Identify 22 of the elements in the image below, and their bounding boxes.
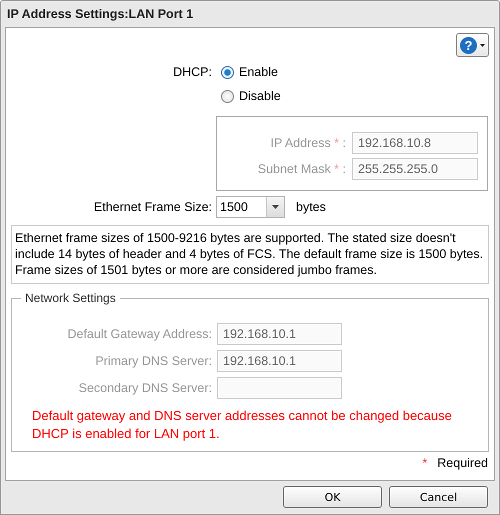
caret-icon (272, 205, 279, 209)
info-text: Ethernet frame sizes of 1500-9216 bytes are supported. The stated size doesn't include 14 bytes of header and 4 bytes of FCS. The default frame size is 1500 bytes. Frame sizes of 1501 bytes or more are considered jumbo frames. (11, 225, 489, 284)
dhcp-label: DHCP: (172, 65, 212, 79)
field-label: Secondary DNS Server: (78, 381, 212, 395)
radio-option[interactable]: Disable (216, 86, 281, 106)
warning-message: Default gateway and DNS server addresses cannot be changed because DHCP is enabled for LAN port 1. (32, 407, 453, 443)
required-asterisk: * (422, 456, 428, 470)
window-title: IP Address Settings:LAN Port 1 (6, 6, 194, 23)
dialog-button[interactable]: OK (283, 486, 382, 508)
group-title: Network Settings (24, 291, 117, 305)
help-button[interactable]: ? (456, 33, 489, 57)
field-label: Subnet Mask * : (256, 162, 346, 176)
frame-size-dropdown[interactable]: 1500 (216, 196, 285, 218)
field-label: Ethernet Frame Size: (92, 200, 212, 214)
field-label: IP Address * : (269, 136, 346, 150)
caret-icon (480, 44, 485, 46)
dialog-button[interactable]: Cancel (389, 486, 488, 508)
field-label: Primary DNS Server: (94, 354, 212, 368)
field-label: Default Gateway Address: (66, 327, 212, 341)
radio-option[interactable]: Enable (216, 62, 278, 82)
unit-label: bytes (296, 200, 326, 214)
required-label: Required (437, 456, 488, 470)
